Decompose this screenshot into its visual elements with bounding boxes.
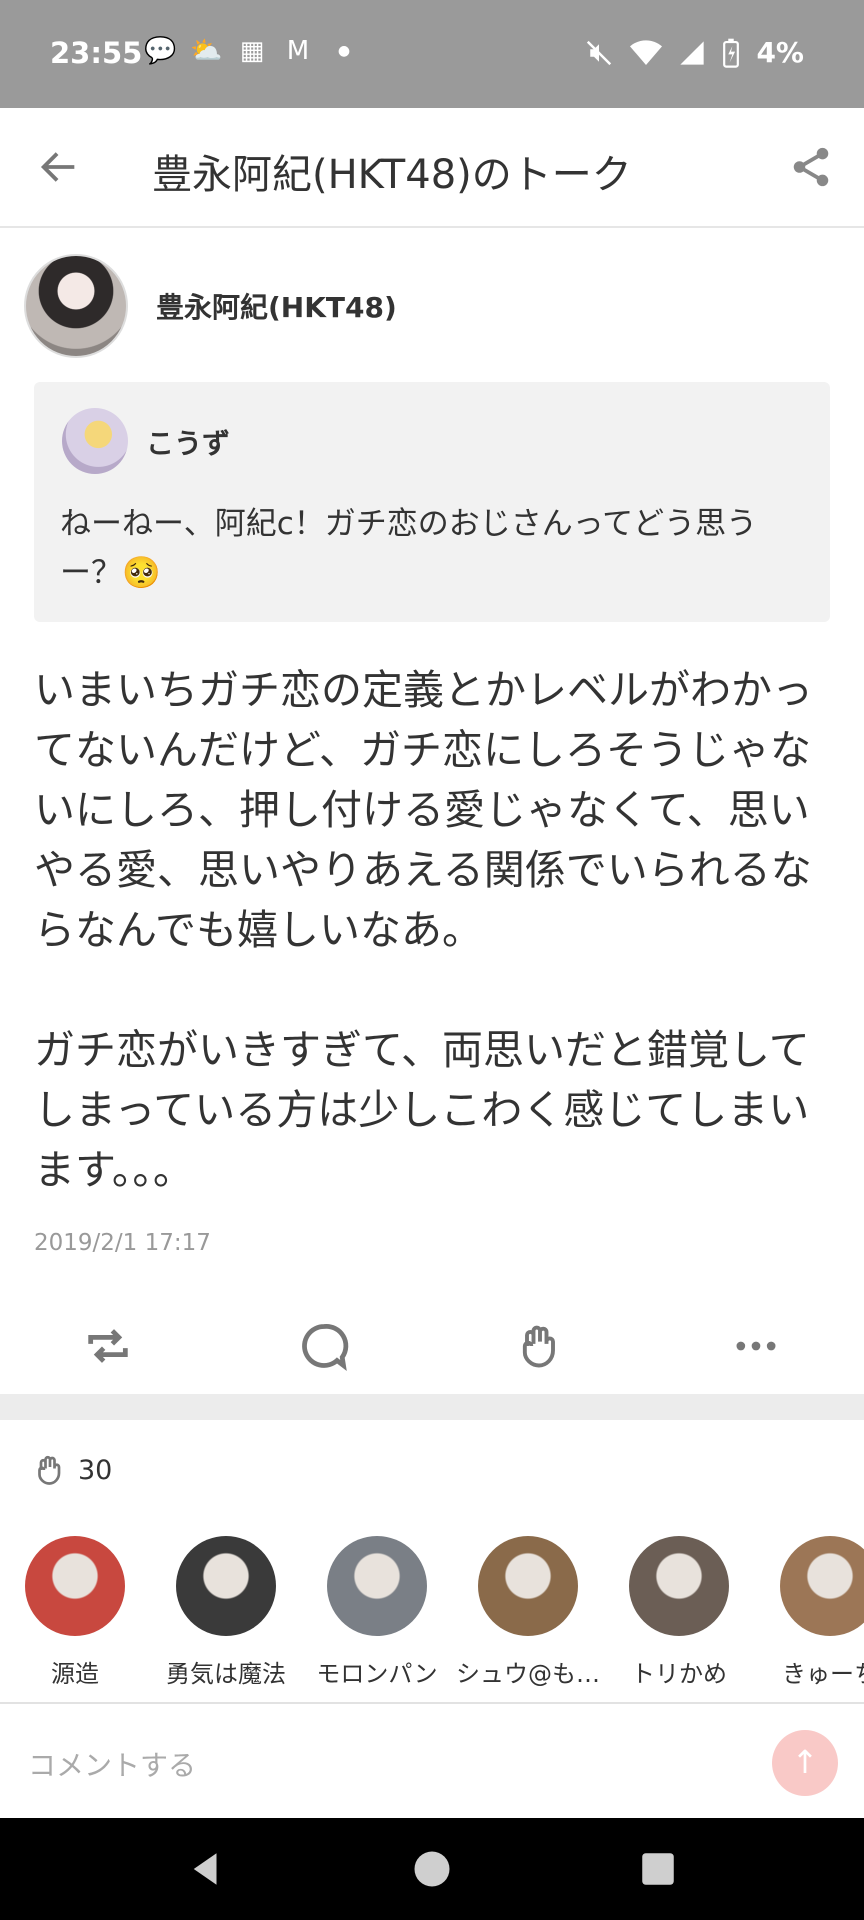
share-icon[interactable] xyxy=(788,144,834,190)
status-bar: 23:55 💬 ⛅ ▦ M ● 4% xyxy=(0,0,864,108)
mute-icon xyxy=(587,40,612,65)
quoted-question: こうず ねーねー、阿紀c！ガチ恋のおじさんってどう思うー？🥺 xyxy=(34,382,830,622)
question-text: ねーねー、阿紀c！ガチ恋のおじさんってどう思うー？🥺 xyxy=(60,506,758,591)
avatar[interactable] xyxy=(24,254,128,358)
more-icon[interactable] xyxy=(728,1320,784,1372)
liker-item[interactable]: 勇気は魔法 xyxy=(151,1536,301,1686)
liker-name: モロンパン xyxy=(316,1660,438,1686)
gmail-icon: M xyxy=(286,36,310,66)
clap-icon xyxy=(38,1455,61,1485)
post-author[interactable]: 豊永阿紀(HKT48) xyxy=(24,254,397,358)
comment-input[interactable]: コメントする xyxy=(28,1744,196,1784)
nav-recents-icon[interactable] xyxy=(637,1848,679,1890)
avatar[interactable] xyxy=(62,408,128,474)
page-title: 豊永阿紀(HKT48)のトーク xyxy=(152,152,632,198)
avatar[interactable] xyxy=(176,1536,276,1636)
questioner-name: こうず xyxy=(146,427,231,460)
likers-list: 源造 勇気は魔法 モロンパンシュウ@も… トリかめ きゅーち xyxy=(0,1536,864,1686)
calendar-icon: ▦ xyxy=(239,36,265,66)
clock: 23:55 xyxy=(50,36,143,70)
avatar[interactable] xyxy=(25,1536,125,1636)
signal-icon xyxy=(680,40,705,65)
notification-icons: 💬 ⛅ ▦ M ● xyxy=(144,36,360,66)
post-paragraph: いまいちガチ恋の定義とかレベルがわかってないんだけど、ガチ恋にしろそうじゃないに… xyxy=(34,666,813,954)
battery-icon xyxy=(723,38,740,68)
liker-name: きゅーち xyxy=(782,1660,864,1686)
system-status: 4% xyxy=(584,36,804,69)
liker-item[interactable]: トリかめ xyxy=(604,1536,754,1686)
post-paragraph: ガチ恋がいきすぎて、両思いだと錯覚してしまっている方は少しこわく感じてしまいます… xyxy=(34,1026,810,1194)
section-divider xyxy=(0,1394,864,1420)
liker-item[interactable]: モロンパン xyxy=(302,1536,452,1686)
post-timestamp: 2019/2/1 17:17 xyxy=(34,1230,211,1256)
avatar[interactable] xyxy=(780,1536,864,1636)
weather-icon: ⛅ xyxy=(190,36,223,66)
avatar[interactable] xyxy=(478,1536,578,1636)
system-nav-bar xyxy=(0,1818,864,1920)
liker-name: 源造 xyxy=(51,1660,99,1686)
arrow-up-icon: ↑ xyxy=(791,1743,819,1781)
post-actions xyxy=(0,1310,864,1382)
repost-icon[interactable] xyxy=(80,1320,136,1372)
app-bar: 豊永阿紀(HKT48)のトーク xyxy=(0,108,864,228)
comment-bar: コメントする ↑ xyxy=(0,1702,864,1820)
back-arrow-icon[interactable] xyxy=(36,144,82,190)
battery-level: 4% xyxy=(756,36,804,69)
post-body: いまいちガチ恋の定義とかレベルがわかってないんだけど、ガチ恋にしろそうじゃないに… xyxy=(34,660,834,1260)
wifi-icon xyxy=(630,39,663,65)
comment-icon[interactable] xyxy=(296,1320,352,1372)
nav-home-icon[interactable] xyxy=(411,1848,453,1890)
chat-icon: 💬 xyxy=(144,36,177,66)
nav-back-icon[interactable] xyxy=(185,1848,227,1890)
avatar[interactable] xyxy=(327,1536,427,1636)
liker-item[interactable]: 源造 xyxy=(0,1536,150,1686)
clap-icon[interactable] xyxy=(512,1320,568,1372)
liker-item[interactable]: きゅーち xyxy=(755,1536,864,1686)
liker-name: トリかめ xyxy=(631,1660,727,1686)
liker-name: シュウ@も… xyxy=(456,1660,600,1686)
send-button[interactable]: ↑ xyxy=(772,1730,838,1796)
avatar[interactable] xyxy=(629,1536,729,1636)
dot-icon: ● xyxy=(337,43,351,59)
likes-summary[interactable]: 30 xyxy=(32,1452,112,1488)
author-name[interactable]: 豊永阿紀(HKT48) xyxy=(156,286,397,326)
liker-name: 勇気は魔法 xyxy=(166,1660,286,1686)
likes-count: 30 xyxy=(78,1454,113,1486)
liker-item[interactable]: シュウ@も… xyxy=(453,1536,603,1686)
